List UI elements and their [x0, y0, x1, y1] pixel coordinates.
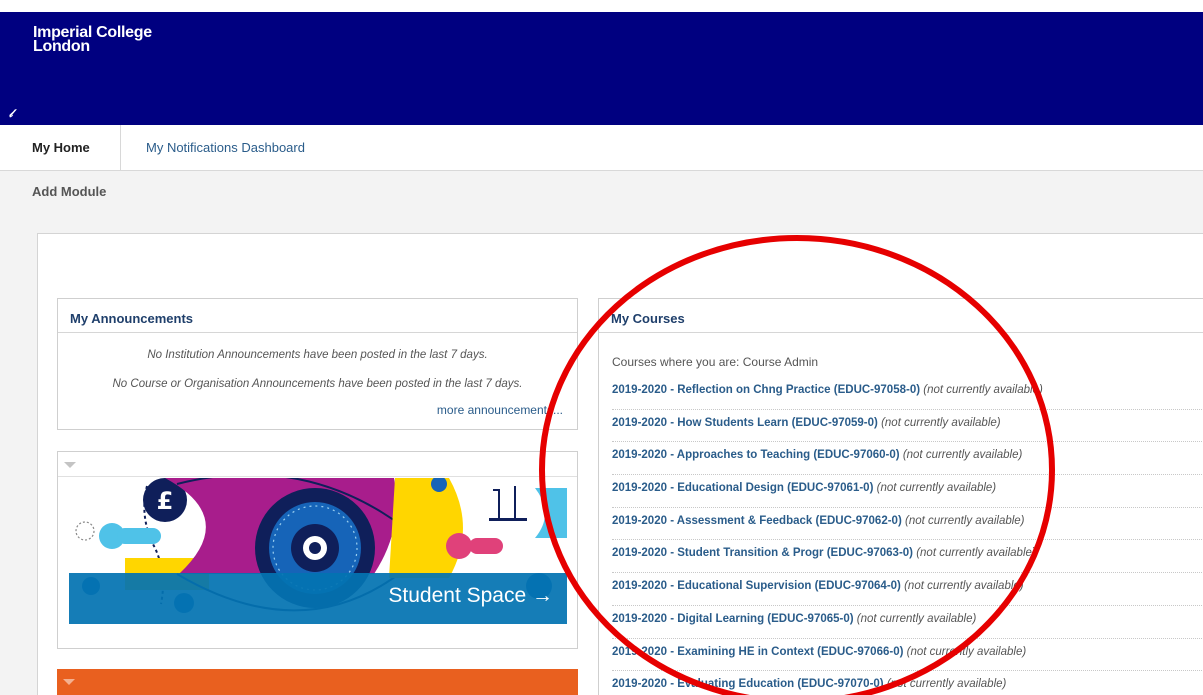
course-link[interactable]: 2019-2020 - Digital Learning (EDUC-97065… [612, 613, 854, 625]
collapse-arrow-icon[interactable] [63, 679, 75, 685]
panel-divider [58, 476, 577, 477]
list-item: 2019-2020 - Student Transition & Progr (… [612, 540, 1203, 574]
svg-text:£: £ [157, 487, 174, 515]
courses-role-label: Courses where you are: Course Admin [612, 355, 819, 369]
announcements-title: My Announcements [58, 299, 577, 333]
courses-module: My Courses Courses where you are: Course… [598, 298, 1203, 695]
tab-my-notifications-dashboard[interactable]: My Notifications Dashboard [146, 125, 305, 171]
tab-bar: My Home My Notifications Dashboard [0, 125, 1203, 171]
course-announcements-message: No Course or Organisation Announcements … [112, 378, 523, 390]
course-status: (not currently available) [856, 612, 977, 625]
list-item: 2019-2020 - Digital Learning (EDUC-97065… [612, 606, 1203, 639]
course-status: (not currently available) [916, 547, 1036, 560]
course-list: 2019-2020 - Reflection on Chng Practice … [612, 377, 1203, 695]
logo-line-2: London [33, 38, 90, 55]
course-link[interactable]: 2019-2020 - How Students Learn (EDUC-970… [612, 417, 878, 429]
course-status: (not currently available) [881, 416, 1001, 429]
list-item: 2019-2020 - Evaluating Education (EDUC-9… [612, 671, 1203, 695]
course-link[interactable]: 2019-2020 - Evaluating Education (EDUC-9… [612, 678, 884, 690]
institution-announcements-message: No Institution Announcements have been p… [147, 349, 488, 361]
announcements-module: My Announcements No Institution Announce… [57, 298, 578, 430]
list-item: 2019-2020 - Educational Supervision (EDU… [612, 573, 1203, 606]
link-icon[interactable]: 𝓁 [9, 108, 21, 122]
course-status: (not currently available) [904, 580, 1024, 593]
student-space-banner[interactable]: £ Student Space → [69, 478, 567, 624]
student-space-label[interactable]: Student Space → [388, 584, 553, 608]
course-status: (not currently available) [904, 514, 1025, 527]
tab-my-home[interactable]: My Home [0, 125, 121, 171]
course-link[interactable]: 2019-2020 - Student Transition & Progr (… [612, 547, 913, 559]
site-header: Imperial College London 𝓁 [0, 12, 1203, 125]
list-item: 2019-2020 - Educational Design (EDUC-970… [612, 475, 1203, 508]
list-item: 2019-2020 - Examining HE in Context (EDU… [612, 639, 1203, 672]
list-item: 2019-2020 - How Students Learn (EDUC-970… [612, 410, 1203, 443]
course-status: (not currently available) [902, 449, 1023, 462]
course-status: (not currently available) [876, 482, 997, 495]
imperial-college-logo[interactable]: Imperial College London [33, 25, 152, 55]
collapse-arrow-icon[interactable] [64, 462, 76, 468]
course-link[interactable]: 2019-2020 - Educational Supervision (EDU… [612, 580, 901, 592]
more-announcements-link[interactable]: more announcements... [437, 403, 563, 417]
page: Imperial College London 𝓁 My Home My Not… [0, 0, 1203, 695]
list-item: 2019-2020 - Approaches to Teaching (EDUC… [612, 442, 1203, 476]
course-status: (not currently available) [886, 678, 1007, 691]
course-status: (not currently available) [923, 384, 1043, 396]
course-link[interactable]: 2019-2020 - Approaches to Teaching (EDUC… [612, 449, 900, 461]
course-link[interactable]: 2019-2020 - Educational Design (EDUC-970… [612, 482, 873, 494]
course-link[interactable]: 2019-2020 - Reflection on Chng Practice … [612, 384, 920, 396]
list-item: 2019-2020 - Assessment & Feedback (EDUC-… [612, 508, 1203, 541]
course-link[interactable]: 2019-2020 - Examining HE in Context (EDU… [612, 646, 903, 658]
list-item: 2019-2020 - Reflection on Chng Practice … [612, 377, 1203, 410]
orange-module [57, 669, 578, 695]
course-link[interactable]: 2019-2020 - Assessment & Feedback (EDUC-… [612, 515, 902, 527]
course-status: (not currently available) [906, 645, 1027, 658]
courses-title: My Courses [599, 299, 1203, 333]
add-module-button[interactable]: Add Module [32, 184, 106, 199]
student-space-module: £ Student Space → [57, 451, 578, 649]
